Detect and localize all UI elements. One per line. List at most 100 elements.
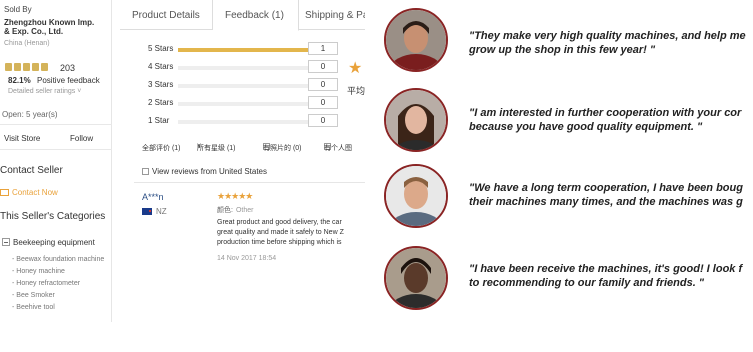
- review-text-line: great quality and made it safely to New …: [217, 229, 344, 236]
- quote-line: because you have good quality equipment.…: [469, 121, 703, 133]
- review-color-label: 颜色:: [217, 207, 233, 214]
- seller-actions: Visit Store Follow: [0, 124, 112, 150]
- review-text: Great product and good delivery, the car…: [217, 218, 365, 248]
- rating-label: 5 Stars: [148, 44, 174, 53]
- rating-label: 2 Stars: [148, 98, 174, 107]
- checkbox-icon[interactable]: [142, 168, 149, 175]
- detailed-ratings-link[interactable]: Detailed seller ratings ˅: [8, 88, 81, 95]
- testimonial-quote: "I am interested in further cooperation …: [469, 106, 741, 134]
- review-text-line: Great product and good delivery, the car: [217, 219, 342, 226]
- testimonial-2: "I am interested in further cooperation …: [375, 86, 753, 156]
- person-avatar-icon: [386, 248, 446, 308]
- review-filters: 全部评价 (1) 所有星级 (1) ˅ 有照片的 (0) 有个人图: [142, 143, 365, 155]
- company-name[interactable]: Zhengzhou Known Imp. & Exp. Co., Ltd.: [4, 18, 108, 36]
- positive-feedback-percent: 82.1%: [8, 76, 31, 85]
- tab-feedback[interactable]: Feedback (1): [213, 0, 299, 31]
- category-item[interactable]: - Bee Smoker: [12, 290, 104, 302]
- follow-button[interactable]: Follow: [70, 134, 93, 143]
- visit-store-button[interactable]: Visit Store: [4, 134, 40, 143]
- seller-panel: Sold By Zhengzhou Known Imp. & Exp. Co.,…: [0, 0, 112, 322]
- rating-row-5: 5 Stars 1: [148, 42, 365, 56]
- contact-now-label: Contact Now: [12, 188, 58, 197]
- avatar: [384, 88, 448, 152]
- filter-with-photos-label: 有照片的 (0): [263, 145, 302, 152]
- us-reviews-filter[interactable]: View reviews from United States: [142, 167, 267, 176]
- avatar: [384, 246, 448, 310]
- quote-line: grow up the shop in this few year! ": [469, 44, 656, 56]
- rating-row-3: 3 Stars 0: [148, 78, 365, 92]
- rating-count: 0: [308, 60, 338, 73]
- divider: [134, 182, 365, 183]
- rating-count: 0: [308, 78, 338, 91]
- seller-location: China (Henan): [4, 40, 50, 47]
- quote-line: "We have a long term cooperation, I have…: [469, 182, 743, 194]
- filter-personal-label: 有个人图: [324, 145, 352, 152]
- average-star-icon: ★: [348, 60, 363, 77]
- medal-icon: [32, 63, 39, 71]
- rating-row-1: 1 Star 0: [148, 114, 365, 128]
- reviewer-country-label: NZ: [156, 207, 167, 216]
- avatar: [384, 8, 448, 72]
- product-tabs: Product Details Feedback (1) Shipping & …: [120, 0, 365, 31]
- category-list: - Beewax foundation machine - Honey mach…: [12, 254, 104, 314]
- filter-all-stars-label: 所有星级 (1): [197, 145, 236, 152]
- flag-nz-icon: [142, 208, 152, 215]
- mail-icon: [0, 189, 9, 196]
- category-item[interactable]: - Beewax foundation machine: [12, 254, 104, 266]
- review-text-line: production time before shipping which is: [217, 239, 342, 246]
- categories-heading: This Seller's Categories: [0, 211, 106, 222]
- company-name-line2: & Exp. Co., Ltd.: [4, 27, 64, 36]
- rating-count: 0: [308, 114, 338, 127]
- medal-icon: [41, 63, 48, 71]
- quote-line: their machines many times, and the machi…: [469, 196, 743, 208]
- reviewer-name: A***n: [142, 192, 164, 202]
- feedback-panel: Product Details Feedback (1) Shipping & …: [120, 0, 365, 322]
- category-beekeeping[interactable]: Beekeeping equipment: [2, 238, 95, 247]
- company-name-line1: Zhengzhou Known Imp.: [4, 18, 95, 27]
- review-star-rating: ★★★★★: [217, 191, 253, 201]
- open-years: Open: 5 year(s): [2, 110, 58, 119]
- rating-row-2: 2 Stars 0: [148, 96, 365, 110]
- rating-row-4: 4 Stars 0: [148, 60, 365, 74]
- testimonial-quote: "They make very high quality machines, a…: [469, 29, 746, 57]
- person-avatar-icon: [386, 10, 446, 70]
- quote-line: "They make very high quality machines, a…: [469, 30, 746, 42]
- rating-label: 3 Stars: [148, 80, 174, 89]
- quote-line: "I am interested in further cooperation …: [469, 107, 742, 119]
- medal-icon: [14, 63, 21, 71]
- category-item[interactable]: - Honey machine: [12, 266, 104, 278]
- quote-line: to recommending to our family and friend…: [469, 277, 705, 289]
- testimonial-quote: "I have been receive the machines, it's …: [469, 262, 742, 290]
- rating-count: 0: [308, 96, 338, 109]
- category-item[interactable]: - Beehive tool: [12, 302, 104, 314]
- reviewer-country: NZ: [142, 207, 167, 216]
- us-reviews-label: View reviews from United States: [152, 167, 268, 176]
- avatar: [384, 164, 448, 228]
- testimonial-4: "I have been receive the machines, it's …: [375, 244, 753, 314]
- category-parent-label: Beekeeping equipment: [13, 238, 95, 247]
- quote-line: "I have been receive the machines, it's …: [469, 263, 743, 275]
- rating-label: 4 Stars: [148, 62, 174, 71]
- positive-feedback-label: Positive feedback: [37, 76, 100, 85]
- filter-all[interactable]: 全部评价 (1): [142, 143, 181, 153]
- chevron-down-icon: ˅: [77, 88, 82, 95]
- testimonial-1: "They make very high quality machines, a…: [375, 6, 753, 76]
- rating-count: 1: [308, 42, 338, 55]
- medal-icon: [5, 63, 12, 71]
- category-item[interactable]: - Honey refractometer: [12, 278, 104, 290]
- testimonial-3: "We have a long term cooperation, I have…: [375, 162, 753, 232]
- tab-product-details[interactable]: Product Details: [120, 0, 213, 30]
- tab-shipping[interactable]: Shipping & Pa: [299, 0, 365, 30]
- collapse-icon[interactable]: [2, 238, 10, 246]
- contact-seller-heading: Contact Seller: [0, 165, 63, 176]
- rating-label: 1 Star: [148, 116, 170, 125]
- person-avatar-icon: [386, 166, 446, 226]
- seller-score: 203: [60, 63, 76, 73]
- testimonial-quote: "We have a long term cooperation, I have…: [469, 181, 743, 209]
- review-date: 14 Nov 2017 18:54: [217, 255, 277, 262]
- contact-now-link[interactable]: Contact Now: [0, 188, 58, 197]
- person-avatar-icon: [386, 90, 446, 150]
- average-label: 平均: [347, 86, 365, 96]
- testimonials-panel: "They make very high quality machines, a…: [375, 0, 753, 352]
- review-color: 颜色: Other: [217, 205, 253, 215]
